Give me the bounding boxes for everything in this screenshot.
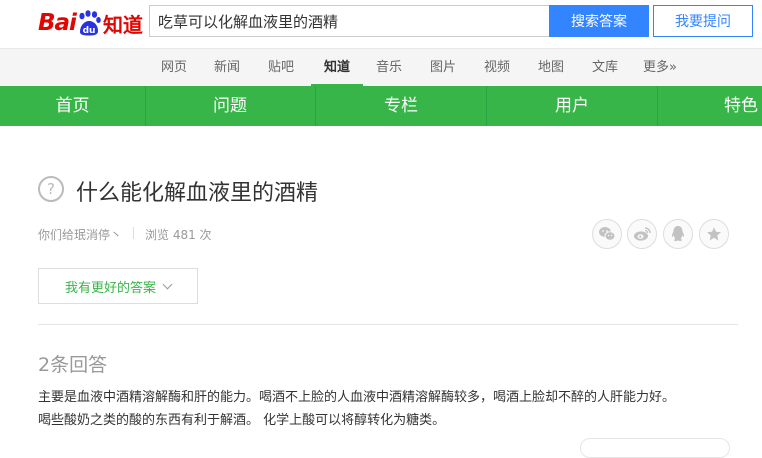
baidu-zhidao-logo[interactable]: Bai du 知道 (38, 3, 143, 43)
main-nav-users[interactable]: 用户 (487, 86, 657, 126)
product-nav-item[interactable]: 视频 (484, 49, 510, 86)
better-answer-button[interactable]: 我有更好的答案 (38, 268, 198, 304)
product-nav: 网页 新闻 贴吧 知道 音乐 图片 视频 地图 文库 更多» (0, 48, 762, 86)
view-count: 浏览 481 次 (145, 228, 212, 242)
product-nav-item[interactable]: 贴吧 (268, 49, 294, 86)
weibo-icon[interactable] (627, 219, 657, 249)
favorite-star-icon[interactable] (699, 219, 729, 249)
answer-count-heading: 2条回答 (38, 354, 108, 376)
logo-bai-text: Bai (38, 10, 77, 36)
wechat-icon[interactable] (592, 219, 622, 249)
product-nav-item[interactable]: 图片 (430, 49, 456, 86)
svg-text:du: du (83, 26, 96, 36)
answer-content: 主要是血液中酒精溶解酶和肝的能力。喝酒不上脸的人血液中酒精溶解酶较多，喝酒上脸却… (38, 386, 738, 432)
zhidao-main-nav: 首页 问题 专栏 用户 特色 (0, 86, 762, 126)
answer-text-line: 喝些酸奶之类的酸的东西有利于解酒。 化学上酸可以将醇转化为糖类。 (38, 413, 446, 428)
product-nav-item[interactable]: 新闻 (214, 49, 240, 86)
question-mark-icon: ? (38, 176, 64, 202)
main-nav-questions[interactable]: 问题 (146, 86, 314, 126)
product-nav-more[interactable]: 更多» (643, 49, 677, 86)
better-answer-label: 我有更好的答案 (64, 279, 156, 295)
qq-icon[interactable] (663, 219, 693, 249)
answer-text-line: 主要是血液中酒精溶解酶和肝的能力。喝酒不上脸的人血液中酒精溶解酶较多，喝酒上脸却… (38, 390, 676, 405)
chevron-down-icon (162, 279, 173, 289)
partial-widget-border (580, 438, 730, 458)
paw-logo-icon: du (77, 10, 101, 36)
product-nav-item-active[interactable]: 知道 (311, 49, 363, 86)
product-nav-item[interactable]: 音乐 (376, 49, 402, 86)
meta-divider (133, 227, 134, 239)
search-input[interactable] (149, 5, 549, 37)
product-nav-item[interactable]: 网页 (161, 49, 187, 86)
product-nav-item[interactable]: 文库 (592, 49, 618, 86)
question-title: 什么能化解血液里的酒精 (76, 181, 319, 206)
product-nav-item[interactable]: 地图 (538, 49, 564, 86)
main-nav-home[interactable]: 首页 (0, 86, 145, 126)
main-nav-columns[interactable]: 专栏 (316, 86, 486, 126)
ask-question-button[interactable]: 我要提问 (653, 5, 753, 37)
asker-username[interactable]: 你们给珉消停丶 (38, 226, 122, 243)
section-divider (38, 324, 738, 325)
logo-zhidao-text: 知道 (102, 12, 143, 37)
search-answers-button[interactable]: 搜索答案 (549, 5, 649, 37)
main-nav-featured[interactable]: 特色 (658, 86, 762, 126)
